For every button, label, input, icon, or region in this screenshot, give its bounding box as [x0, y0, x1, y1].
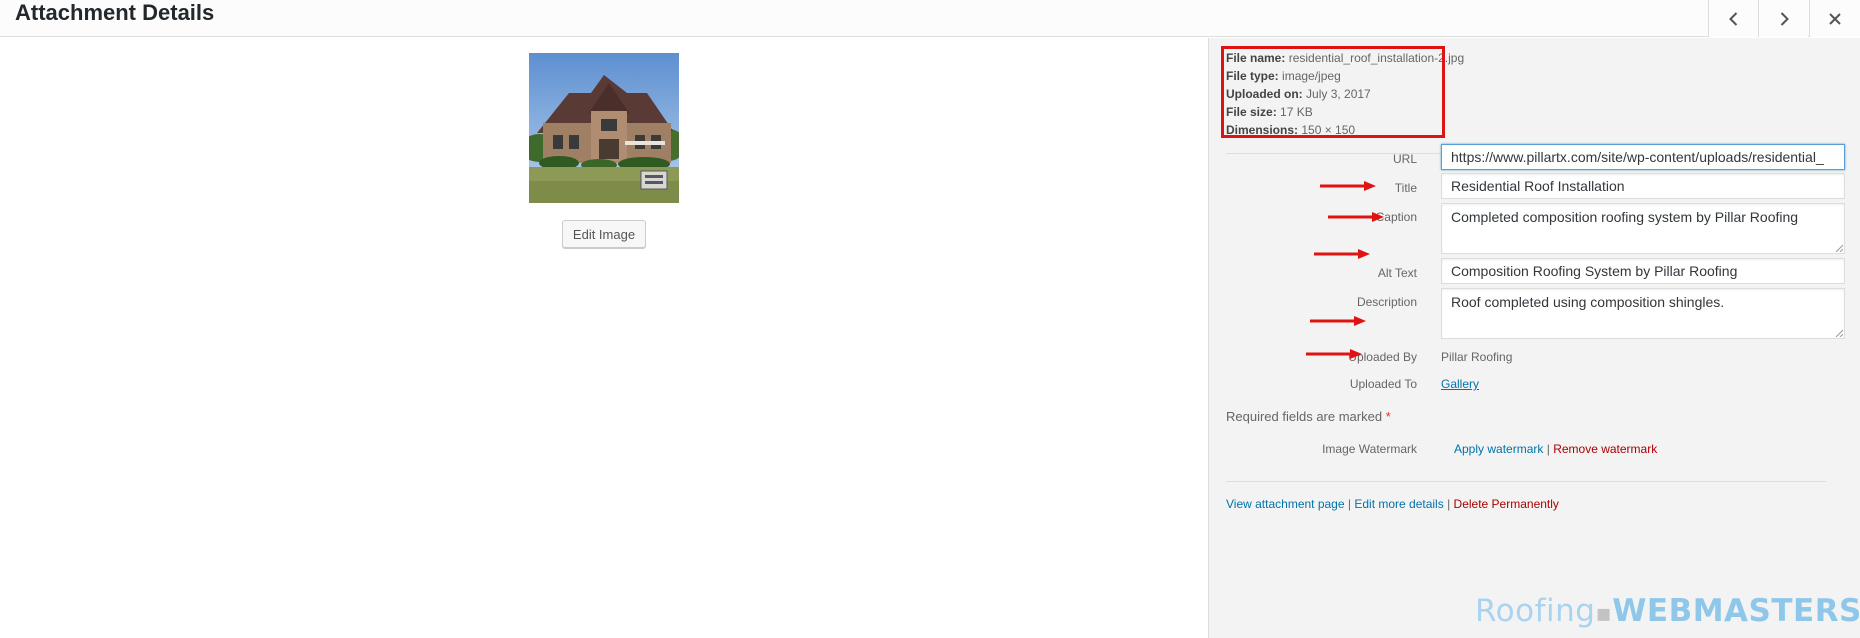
- resize-handle-icon[interactable]: [1835, 244, 1843, 252]
- close-icon: [1829, 12, 1841, 25]
- separator: |: [1546, 442, 1550, 456]
- resize-handle-icon[interactable]: [1835, 329, 1843, 337]
- alt-text-label: Alt Text: [1377, 266, 1417, 280]
- brand-watermark-part1: Roofing: [1475, 593, 1596, 629]
- url-field[interactable]: https://www.pillartx.com/site/wp-content…: [1441, 144, 1845, 170]
- modal-header: Attachment Details: [0, 0, 1860, 37]
- required-star: *: [1385, 409, 1391, 424]
- separator: |: [1347, 497, 1351, 511]
- previous-attachment-button[interactable]: [1708, 0, 1758, 37]
- watermark-actions: Apply watermark | Remove watermark: [1454, 442, 1657, 456]
- description-textarea[interactable]: Roof completed using composition shingle…: [1441, 288, 1845, 339]
- annotation-arrow-icon: [1320, 181, 1376, 191]
- house-photo: [529, 53, 679, 203]
- attachment-actions: View attachment page | Edit more details…: [1226, 497, 1559, 511]
- image-watermark-label: Image Watermark: [1322, 442, 1417, 456]
- brand-watermark: Roofing▪WEBMASTERS: [1475, 593, 1860, 629]
- description-text: Roof completed using composition shingle…: [1451, 294, 1725, 310]
- required-note-text: Required fields are marked: [1226, 409, 1383, 424]
- view-attachment-page-link[interactable]: View attachment page: [1226, 497, 1345, 511]
- chevron-right-icon: [1780, 11, 1789, 26]
- caption-textarea[interactable]: Completed composition roofing system by …: [1441, 203, 1845, 254]
- edit-image-button[interactable]: Edit Image: [562, 220, 646, 248]
- uploaded-to-label: Uploaded To: [1349, 377, 1417, 391]
- close-modal-button[interactable]: [1809, 0, 1860, 37]
- annotation-arrow-icon: [1314, 249, 1370, 259]
- brand-watermark-part2: WEBMASTERS: [1612, 593, 1860, 629]
- description-label: Description: [1356, 295, 1417, 309]
- attachment-preview: Edit Image: [0, 38, 1208, 638]
- annotation-arrow-icon: [1306, 349, 1362, 359]
- annotation-highlight-box: [1221, 46, 1445, 138]
- title-field[interactable]: Residential Roof Installation: [1441, 173, 1845, 199]
- uploaded-to-link[interactable]: Gallery: [1441, 377, 1479, 391]
- url-label: URL: [1392, 152, 1417, 166]
- attachment-thumbnail: [529, 53, 679, 203]
- alt-text-field[interactable]: Composition Roofing System by Pillar Roo…: [1441, 258, 1845, 284]
- divider: [1226, 481, 1826, 482]
- apply-watermark-link[interactable]: Apply watermark: [1454, 442, 1543, 456]
- attachment-details-modal: Attachment Details Edit Image File name:…: [0, 0, 1860, 638]
- next-attachment-button[interactable]: [1758, 0, 1808, 37]
- title-label: Title: [1394, 181, 1417, 195]
- required-note: Required fields are marked *: [1226, 409, 1391, 424]
- annotation-arrow-icon: [1310, 316, 1366, 326]
- annotation-arrow-icon: [1328, 212, 1384, 222]
- delete-permanently-link[interactable]: Delete Permanently: [1454, 497, 1559, 511]
- modal-title: Attachment Details: [15, 0, 215, 25]
- caption-text: Completed composition roofing system by …: [1451, 209, 1799, 225]
- chevron-left-icon: [1728, 11, 1737, 26]
- edit-more-details-link[interactable]: Edit more details: [1354, 497, 1443, 511]
- brand-separator-icon: ▪: [1595, 599, 1613, 627]
- remove-watermark-link[interactable]: Remove watermark: [1553, 442, 1657, 456]
- uploaded-by-value: Pillar Roofing: [1441, 350, 1513, 364]
- attachment-sidebar: File name: residential_roof_installation…: [1208, 38, 1860, 638]
- separator: |: [1447, 497, 1451, 511]
